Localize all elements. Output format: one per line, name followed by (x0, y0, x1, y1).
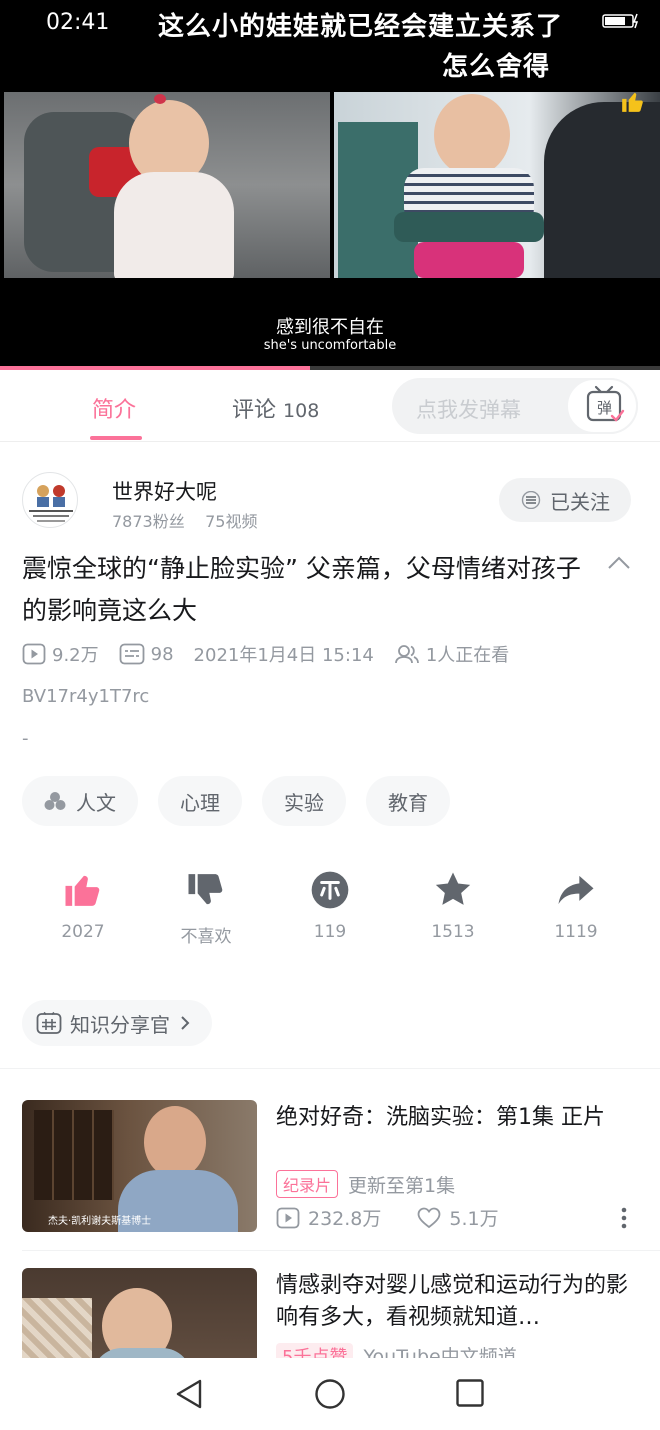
recommended-views: 232.8万 (308, 1208, 382, 1230)
uploader-fans: 7873粉丝 (112, 512, 185, 531)
share-count: 1119 (554, 922, 598, 942)
dislike-label: 不喜欢 (180, 927, 232, 947)
home-nav-button[interactable] (314, 1378, 346, 1414)
recommended-title[interactable]: 情感剥夺对婴儿感觉和运动行为的影响有多大，看视频就知道… (276, 1270, 638, 1334)
recents-square-icon (456, 1379, 484, 1407)
thumbs-down-icon (188, 874, 223, 905)
danmaku-bar: 点我发弹幕 弹 (392, 378, 638, 434)
danmaku-count: 98 (150, 643, 174, 665)
chevron-right-icon (181, 1016, 190, 1030)
uploader-name[interactable]: 世界好大呢 (112, 476, 217, 506)
coin-icon (311, 871, 349, 909)
video-frame-left (4, 92, 330, 278)
subtitle-chinese: 感到很不自在 (276, 317, 384, 338)
video-meta: 9.2万 98 2021年1月4日 15:14 1人正在看 (22, 640, 529, 668)
video-description: - (22, 728, 29, 749)
menu-lines-icon (521, 491, 541, 509)
thumbnail-caption: 杰夫·凯利谢夫斯基博士 (48, 1216, 152, 1227)
video-title: 震惊全球的“静止脸实验” 父亲篇，父母情绪对孩子的影响竟这么大 (22, 554, 581, 625)
coin-count: 119 (313, 922, 347, 942)
knowledge-badge-label: 知识分享官 (70, 1012, 170, 1037)
section-divider (0, 1068, 660, 1069)
recommended-stats: 232.8万 5.1万 (276, 1204, 499, 1231)
tag-jiaoyu[interactable]: 教育 (366, 776, 450, 826)
recommended-title[interactable]: 绝对好奇：洗脑实验：第1集 正片 (276, 1102, 638, 1134)
tag-shiyan[interactable]: 实验 (262, 776, 346, 826)
follow-label: 已关注 (550, 489, 610, 514)
viewers-icon (394, 645, 419, 664)
tag-label: 教育 (388, 790, 428, 815)
like-button[interactable]: 2027 (33, 870, 133, 942)
video-player[interactable]: 02:41 这么小的娃娃就已经会建立关系了 怎么舍得 感到很不自在 she's … (0, 0, 660, 370)
home-circle-icon (315, 1379, 345, 1409)
status-time: 02:41 (46, 10, 110, 35)
share-button[interactable]: 1119 (526, 870, 626, 942)
chevron-up-icon[interactable] (606, 553, 632, 573)
like-count: 2027 (61, 922, 105, 942)
play-count-icon (22, 643, 46, 665)
tab-bar: 简介 评论 108 点我发弹幕 弹 (0, 370, 660, 442)
favorite-count: 1513 (431, 922, 475, 942)
recommended-video[interactable]: 杰夫·凯利谢夫斯基博士 绝对好奇：洗脑实验：第1集 正片 纪录片 更新至第1集 … (22, 1100, 638, 1234)
dislike-button[interactable]: 不喜欢 (156, 870, 256, 947)
tab-intro[interactable]: 简介 (92, 392, 136, 424)
star-icon (435, 872, 471, 905)
uploader-stats: 7873粉丝 75视频 (112, 508, 257, 532)
coin-button[interactable]: 119 (280, 870, 380, 942)
tag-list: 人文 心理 实验 教育 (22, 776, 450, 826)
tab-intro-label: 简介 (92, 398, 137, 423)
channel-icon (44, 792, 66, 810)
tab-comments[interactable]: 评论 108 (232, 392, 319, 424)
share-arrow-icon (558, 875, 594, 905)
follow-button[interactable]: 已关注 (499, 478, 631, 522)
danmaku-button-text: 弹 (597, 399, 612, 417)
bvid: BV17r4y1T7rc (22, 686, 150, 707)
heart-icon (418, 1207, 441, 1228)
documentary-badge: 纪录片 (276, 1170, 339, 1198)
action-row: 2027 不喜欢 119 1513 1119 (22, 870, 638, 950)
tab-comments-count: 108 (283, 400, 320, 422)
episode-status: 更新至第1集 (348, 1174, 456, 1197)
tag-renwen[interactable]: 人文 (22, 776, 138, 826)
uploader-videos: 75视频 (205, 512, 258, 531)
view-count: 9.2万 (52, 645, 99, 666)
overlay-title-line1: 这么小的娃娃就已经会建立关系了 (158, 12, 564, 42)
tag-xinli[interactable]: 心理 (158, 776, 242, 826)
danmaku-input[interactable]: 点我发弹幕 (416, 394, 521, 424)
knowledge-sharer-badge[interactable]: 知识分享官 (22, 1000, 212, 1046)
hashtag-tv-icon (36, 1011, 62, 1034)
play-count-icon (276, 1207, 300, 1228)
danmaku-count-icon (119, 643, 145, 665)
uploader-avatar[interactable] (22, 472, 78, 528)
recommended-thumbnail[interactable]: 杰夫·凯利谢夫斯基博士 (22, 1100, 257, 1232)
back-nav-button[interactable] (174, 1378, 204, 1414)
watching-count: 1人正在看 (425, 645, 510, 666)
video-frame-right (334, 92, 660, 278)
tag-label: 心理 (180, 790, 220, 815)
like-overlay-icon[interactable] (620, 88, 646, 114)
favorite-button[interactable]: 1513 (403, 870, 503, 942)
danmaku-toggle-button[interactable]: 弹 (566, 378, 638, 434)
publish-date: 2021年1月4日 15:14 (193, 645, 374, 666)
recents-nav-button[interactable] (455, 1378, 485, 1412)
subtitle-english: she's uncomfortable (263, 338, 397, 353)
tag-label: 实验 (284, 790, 324, 815)
recommendation-divider (22, 1250, 660, 1251)
thumbs-up-icon (65, 875, 100, 906)
overlay-title-line2: 怎么舍得 (442, 52, 551, 82)
tag-label: 人文 (76, 790, 116, 815)
battery-icon (602, 12, 642, 34)
recommended-meta: 纪录片 更新至第1集 (276, 1170, 455, 1198)
tab-active-indicator (90, 436, 142, 440)
system-nav-bar (0, 1358, 660, 1430)
more-options-icon[interactable] (620, 1206, 628, 1234)
danmaku-tv-icon: 弹 (586, 385, 625, 422)
recommended-likes: 5.1万 (449, 1208, 499, 1230)
back-triangle-icon (176, 1379, 202, 1409)
tab-comments-label: 评论 (232, 398, 277, 423)
